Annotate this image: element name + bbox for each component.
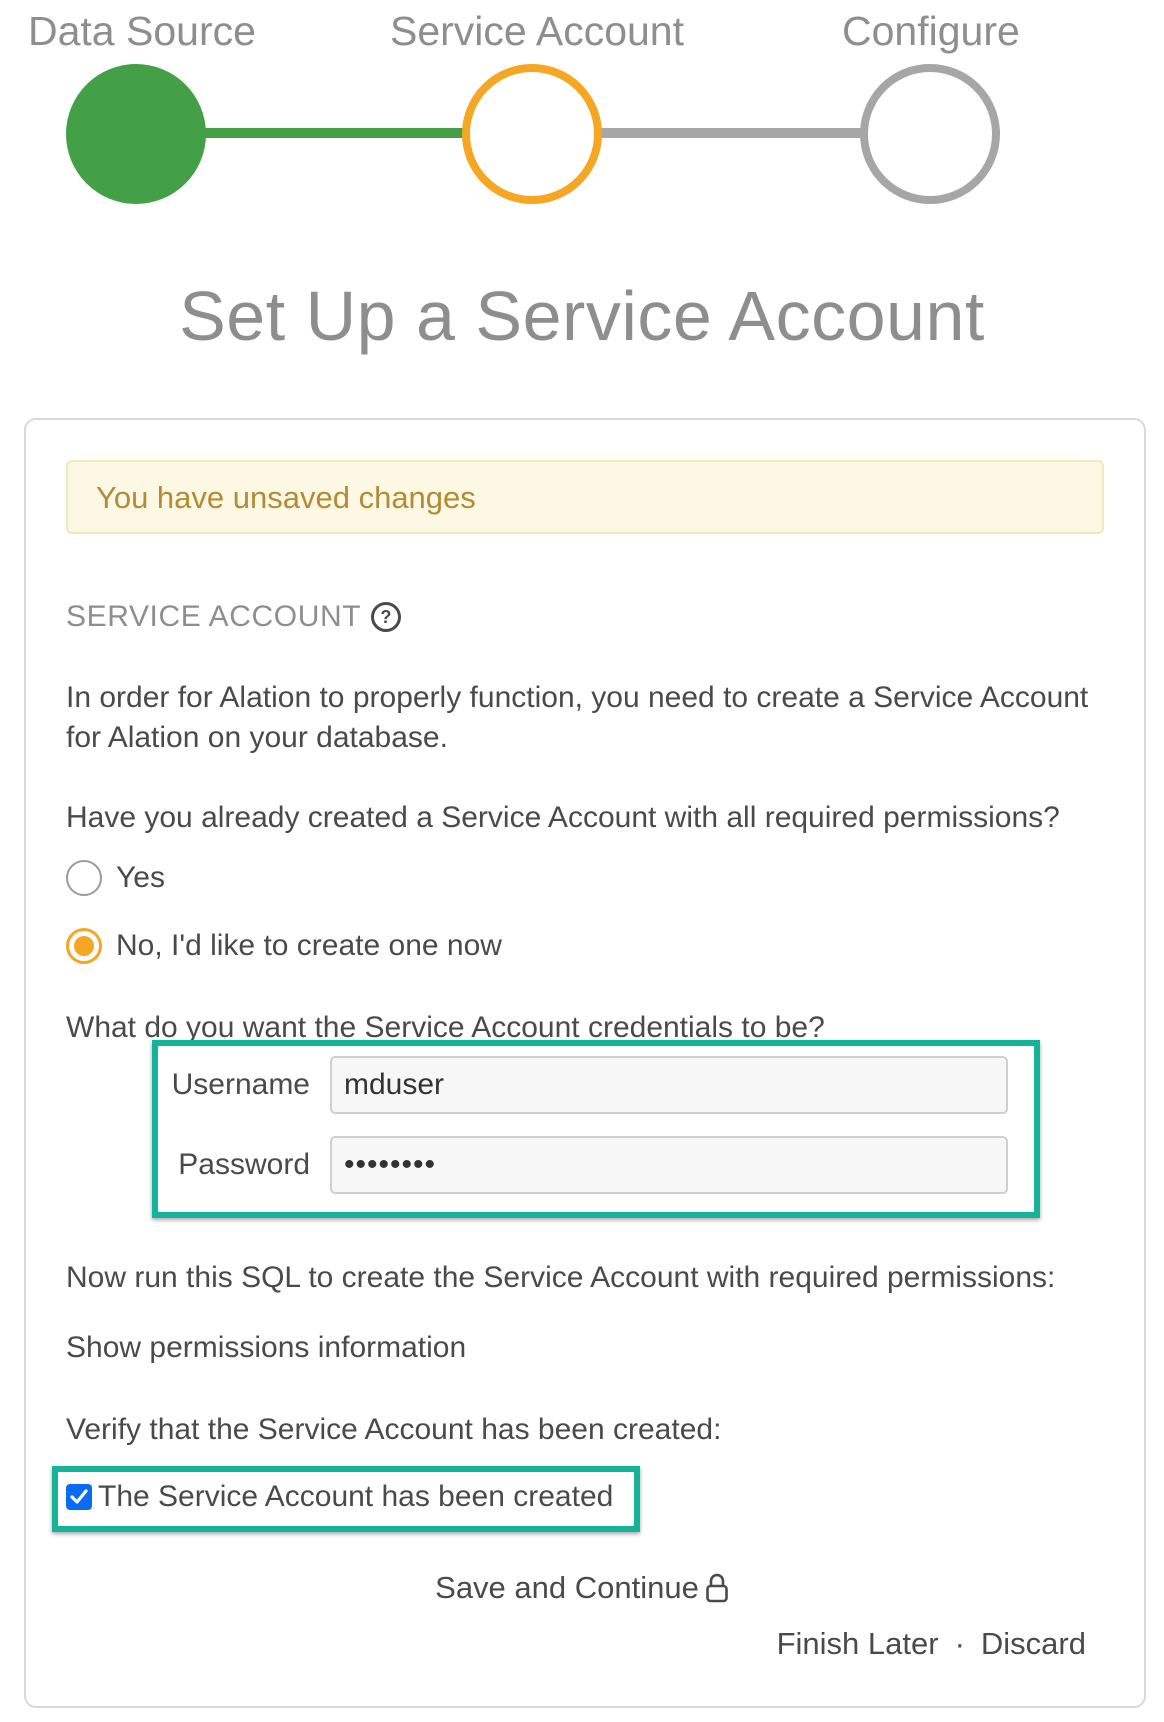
radio-option-yes[interactable]: Yes: [66, 860, 165, 896]
radio-no[interactable]: [66, 928, 102, 964]
password-label: Password: [178, 1148, 310, 1181]
discard-link[interactable]: Discard: [981, 1626, 1086, 1662]
save-and-continue-button[interactable]: Save and Continue: [435, 1570, 729, 1606]
intro-text: In order for Alation to properly functio…: [66, 678, 1088, 758]
save-and-continue-container: Save and Continue: [0, 1570, 1164, 1606]
step-circle-service-account: [462, 64, 602, 204]
created-checkbox[interactable]: [66, 1484, 92, 1510]
radio-option-no[interactable]: No, I'd like to create one now: [66, 928, 502, 964]
intro-line-1: In order for Alation to properly functio…: [66, 681, 1089, 714]
checkmark-icon: [70, 1489, 88, 1504]
step-circle-configure: [860, 64, 1000, 204]
step-label-service-account: Service Account: [390, 8, 684, 54]
intro-line-2: for Alation on your database.: [66, 721, 448, 754]
existing-account-question: Have you already created a Service Accou…: [66, 801, 1060, 834]
radio-yes-label: Yes: [116, 861, 165, 894]
step-label-data-source: Data Source: [28, 8, 256, 54]
radio-no-label: No, I'd like to create one now: [116, 929, 502, 962]
username-label: Username: [171, 1068, 310, 1101]
lock-icon: [706, 1573, 728, 1603]
link-separator: ·: [954, 1626, 965, 1661]
step-label-configure: Configure: [842, 8, 1020, 54]
created-checkbox-row[interactable]: The Service Account has been created: [66, 1480, 613, 1514]
created-checkbox-label: The Service Account has been created: [98, 1480, 614, 1513]
password-input[interactable]: ••••••••: [330, 1136, 1008, 1194]
save-and-continue-label: Save and Continue: [435, 1570, 699, 1605]
section-title: SERVICE ACCOUNT ?: [66, 600, 402, 634]
username-input[interactable]: mduser: [330, 1056, 1008, 1114]
radio-yes[interactable]: [66, 860, 102, 896]
alert-text: You have unsaved changes: [96, 480, 476, 515]
show-permissions-link[interactable]: Show permissions information: [66, 1328, 466, 1368]
footer-links: Finish Later · Discard: [777, 1626, 1086, 1662]
question-circle-icon[interactable]: ?: [371, 602, 402, 632]
sql-prompt: Now run this SQL to create the Service A…: [66, 1261, 1056, 1294]
step-connector-complete: [196, 128, 474, 138]
finish-later-link[interactable]: Finish Later: [777, 1626, 939, 1662]
section-title-text: SERVICE ACCOUNT: [66, 600, 362, 633]
step-circle-data-source: [66, 64, 206, 204]
step-connector-pending: [590, 128, 870, 138]
page-title: Set Up a Service Account: [179, 277, 985, 355]
verify-prompt: Verify that the Service Account has been…: [66, 1413, 722, 1446]
unsaved-changes-alert: You have unsaved changes: [66, 460, 1104, 534]
